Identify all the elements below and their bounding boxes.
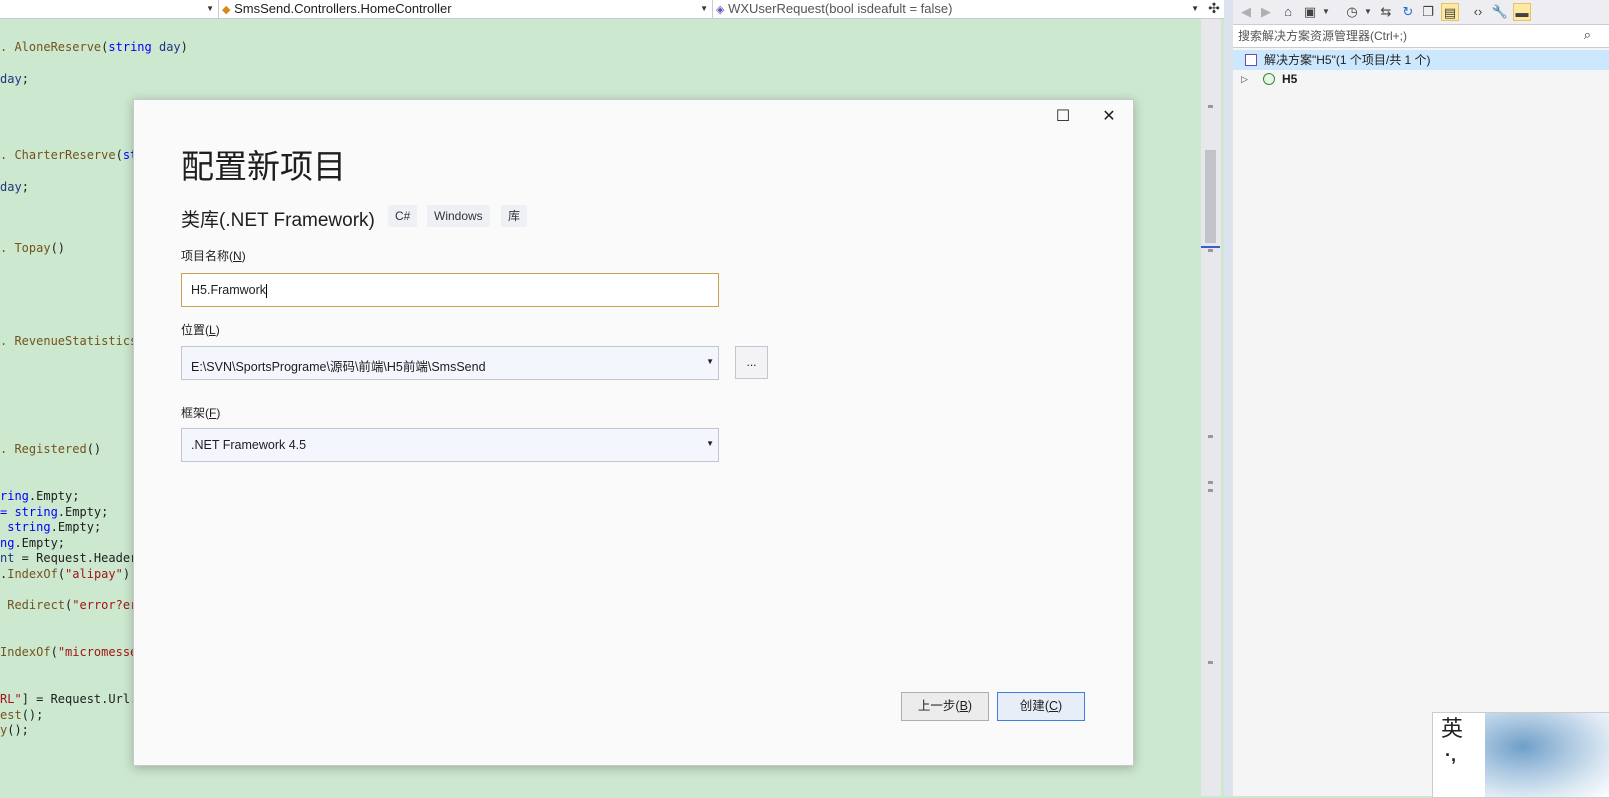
template-name: 类库(.NET Framework) (181, 210, 375, 231)
method-icon: ◈ (716, 4, 725, 16)
chevron-down-icon[interactable]: ▼ (1359, 3, 1377, 21)
chevron-down-icon[interactable]: ▼ (1317, 3, 1335, 21)
editor-vertical-scrollbar[interactable] (1201, 19, 1221, 796)
home-icon[interactable]: ⌂ (1279, 3, 1297, 21)
code-line: day; (0, 72, 29, 86)
framework-value: .NET Framework 4.5 (191, 438, 307, 452)
sync-icon[interactable]: ⇆ (1377, 3, 1395, 21)
project-name-value: H5.Framwork (191, 283, 267, 297)
framework-combo[interactable]: .NET Framework 4.5 ▼ (181, 428, 719, 462)
code-line: .IndexOf("alipay") (0, 567, 131, 581)
chevron-down-icon: ▼ (206, 4, 214, 13)
code-line: string.Empty; (7, 520, 102, 534)
expand-arrow-icon[interactable]: ▷ (1241, 69, 1248, 89)
location-value: E:\SVN\SportsPrograme\源码\前端\H5前端\SmsSend (191, 360, 486, 374)
solution-search-box[interactable]: ⌕ (1233, 25, 1609, 48)
dialog-title: 配置新项目 (181, 148, 346, 185)
project-name-field[interactable]: H5.Framwork (181, 273, 719, 307)
class-combo-value: SmsSend.Controllers.HomeController (234, 1, 452, 16)
tag-type: 库 (501, 205, 528, 227)
chevron-down-icon[interactable]: ▼ (706, 357, 714, 366)
solution-icon (1245, 54, 1257, 66)
scrollbar-thumb[interactable] (1205, 150, 1216, 243)
ime-indicator[interactable]: 英 ·, (1432, 712, 1609, 798)
scrollbar-marker (1208, 249, 1213, 252)
chevron-down-icon[interactable]: ▼ (706, 439, 714, 448)
close-icon[interactable]: ✕ (1095, 106, 1123, 128)
scrollbar-marker (1208, 435, 1213, 438)
scrollbar-marker (1208, 481, 1213, 484)
code-line: Redirect("error?err (7, 598, 145, 612)
tree-item-solution[interactable]: 解决方案"H5"(1 个项目/共 1 个) (1233, 50, 1609, 70)
code-line: = string.Empty; (0, 505, 109, 519)
chevron-down-icon: ▼ (700, 4, 708, 13)
caret-position-marker (1201, 246, 1220, 248)
scrollbar-marker (1208, 105, 1213, 108)
maximize-icon[interactable]: ☐ (1049, 106, 1077, 128)
pane-splitter[interactable] (1224, 0, 1233, 796)
show-all-files-icon[interactable]: ▤ (1441, 3, 1459, 21)
ime-punct: ·, (1445, 745, 1456, 765)
code-line: day; (0, 180, 29, 194)
scrollbar-marker (1208, 661, 1213, 664)
browse-button[interactable]: ... (735, 346, 768, 379)
project-combo[interactable]: ▼ (0, 0, 217, 18)
tag-language: C# (388, 205, 418, 227)
code-line: nt = Request.Headers (0, 551, 145, 565)
scrollbar-marker (1208, 489, 1213, 492)
navigation-bar: ▼ ◆ SmsSend.Controllers.HomeController ▼… (0, 0, 1233, 19)
web-project-icon (1263, 73, 1275, 85)
text-caret (266, 283, 268, 298)
split-editor-icon[interactable]: ✣ (1205, 0, 1223, 18)
divider (712, 0, 713, 18)
forward-icon[interactable]: ▶ (1257, 3, 1275, 21)
code-line: . Topay() (0, 241, 66, 255)
solution-label: 解决方案"H5"(1 个项目/共 1 个) (1264, 53, 1431, 67)
code-line: . RevenueStatistics( (0, 334, 145, 348)
solution-explorer-toolbar: ◀ ▶ ⌂ ▣ ▼ ◷ ▼ ⇆ ↻ ❐ ▤ ‹› 🔧 ▬ (1233, 0, 1609, 25)
location-combo[interactable]: E:\SVN\SportsPrograme\源码\前端\H5前端\SmsSend… (181, 346, 719, 380)
code-line: . AloneReserve(string day) (0, 40, 188, 54)
project-name-label: 项目名称(N) (181, 249, 246, 263)
member-combo-value: WXUserRequest(bool isdeafult = false) (728, 1, 953, 16)
chevron-down-icon: ▼ (1191, 4, 1199, 13)
class-icon: ◆ (222, 4, 231, 16)
location-label: 位置(L) (181, 323, 220, 337)
collapse-all-icon[interactable]: ❐ (1419, 3, 1437, 21)
code-line: ring.Empty; (0, 489, 80, 503)
configure-project-dialog: ☐ ✕ 配置新项目 类库(.NET Framework) C# Windows … (133, 99, 1134, 766)
member-combo[interactable]: ◈ WXUserRequest(bool isdeafult = false) … (716, 0, 1202, 18)
divider (218, 0, 219, 18)
framework-label: 框架(F) (181, 406, 221, 420)
code-line: y(); (0, 723, 29, 737)
code-line: IndexOf("micromessen (0, 645, 145, 659)
tag-platform: Windows (427, 205, 490, 227)
code-line: . CharterReserve(str (0, 148, 145, 162)
search-icon[interactable]: ⌕ (1584, 27, 1591, 43)
preview-icon[interactable]: ▬ (1513, 3, 1531, 21)
code-line: ng.Empty; (0, 536, 66, 550)
view-code-icon[interactable]: ‹› (1469, 3, 1487, 21)
solution-explorer: ◀ ▶ ⌂ ▣ ▼ ◷ ▼ ⇆ ↻ ❐ ▤ ‹› 🔧 ▬ ⌕ 解决方案"H5"(… (1233, 0, 1609, 796)
ime-mode-char: 英 (1441, 717, 1464, 742)
tree-item-project[interactable]: ▷ H5 (1233, 69, 1609, 89)
class-combo[interactable]: ◆ SmsSend.Controllers.HomeController ▼ (222, 0, 711, 18)
refresh-icon[interactable]: ↻ (1399, 3, 1417, 21)
code-line: . Registered() (0, 442, 102, 456)
properties-icon[interactable]: 🔧 (1491, 3, 1509, 21)
code-line: RL"] = Request.Url.T (0, 692, 145, 706)
create-button[interactable]: 创建(C) (997, 692, 1085, 721)
project-label: H5 (1282, 72, 1298, 86)
solution-search-input[interactable] (1236, 27, 1550, 45)
back-icon[interactable]: ◀ (1237, 3, 1255, 21)
back-button[interactable]: 上一步(B) (901, 692, 989, 721)
ime-skin-image (1485, 713, 1609, 797)
code-line: est(); (0, 708, 44, 722)
